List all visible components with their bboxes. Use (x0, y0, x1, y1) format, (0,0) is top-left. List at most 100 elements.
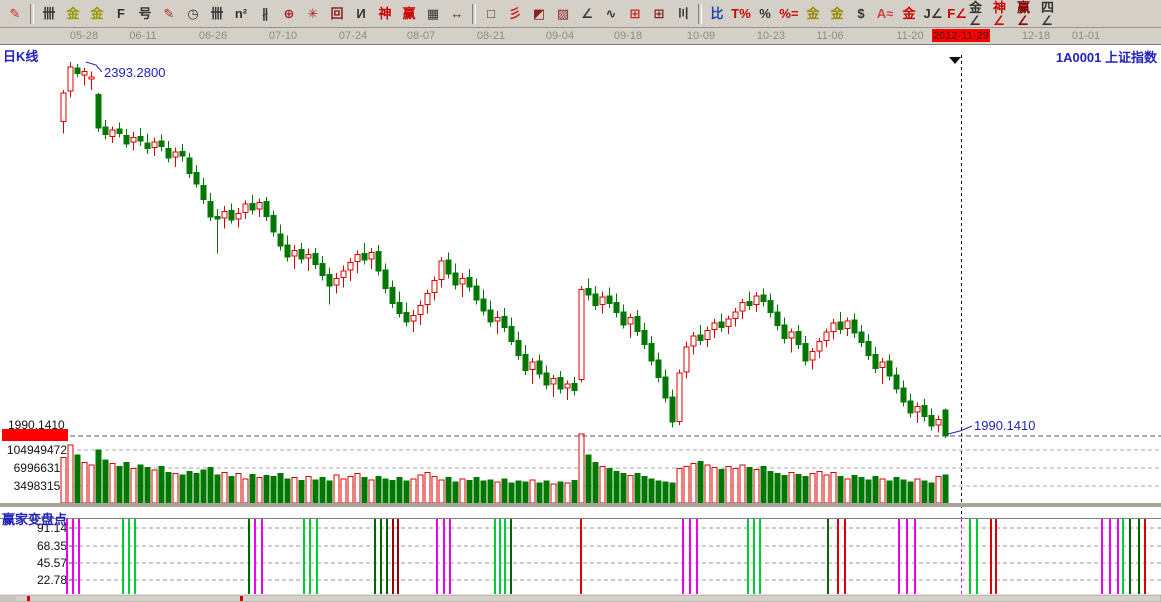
indicator-axis-label: 45.57 (37, 556, 67, 570)
volume-bar (852, 476, 857, 503)
gold-angle-icon[interactable]: 金∠ (969, 2, 993, 26)
shen-grid-icon[interactable]: 神 (373, 2, 397, 26)
width-arrows-icon[interactable]: ↔ (445, 2, 469, 26)
volume-bar (313, 480, 318, 503)
si-angle-icon[interactable]: 四∠ (1041, 2, 1065, 26)
candle-body (726, 319, 731, 326)
candle-body (383, 270, 388, 289)
scrollbar-left-button[interactable] (0, 595, 16, 602)
volume-bar (516, 481, 521, 503)
wave-mark-icon[interactable]: И (349, 2, 373, 26)
volume-bar (810, 474, 815, 503)
candle-body (628, 317, 633, 323)
pencil-rays-icon[interactable]: ∠ (575, 2, 599, 26)
volume-bar (936, 477, 941, 503)
compare-bars-icon[interactable]: 比 (705, 2, 729, 26)
parallel-lines-icon[interactable]: 〣 (671, 2, 695, 26)
percent-lines-icon[interactable]: %= (777, 2, 801, 26)
candle-body (677, 373, 682, 421)
money-tool-icon[interactable]: $ (849, 2, 873, 26)
volume-bar (684, 467, 689, 503)
volume-bar (768, 472, 773, 503)
f-angle-icon[interactable]: F∠ (945, 2, 969, 26)
candle-body (201, 186, 206, 200)
volume-bar (796, 475, 801, 503)
candle-body (327, 275, 332, 286)
j-angle-icon[interactable]: J∠ (921, 2, 945, 26)
red-pen-grid-icon[interactable]: ✎ (157, 2, 181, 26)
starburst-icon[interactable]: ✳ (301, 2, 325, 26)
web-grid-icon[interactable]: ⊞ (623, 2, 647, 26)
candle-body (446, 260, 451, 274)
volume-bar (607, 469, 612, 503)
candle-body (649, 343, 654, 361)
candle-body (334, 278, 339, 284)
ray-box-icon[interactable]: ▨ (551, 2, 575, 26)
volume-bar (803, 477, 808, 503)
horizontal-scrollbar[interactable] (0, 595, 1161, 602)
hash-grid-icon[interactable]: 卌 (205, 2, 229, 26)
percent-overline-icon[interactable]: T% (729, 2, 753, 26)
fan-box-icon[interactable]: ◩ (527, 2, 551, 26)
volume-bar (733, 469, 738, 503)
spiral-grid-icon[interactable]: 号 (133, 2, 157, 26)
kline-grid-icon[interactable]: 卌 (37, 2, 61, 26)
angle-line-icon[interactable]: ∦ (253, 2, 277, 26)
candle-body (75, 68, 80, 74)
n2-grid-icon[interactable]: n² (229, 2, 253, 26)
gold-coin-icon[interactable]: 金 (801, 2, 825, 26)
volume-bar (292, 478, 297, 503)
candle-body (754, 296, 759, 304)
axis-price-badge (2, 429, 68, 441)
ying-grid-icon[interactable]: 赢 (397, 2, 421, 26)
shen-angle-icon[interactable]: 神∠ (993, 2, 1017, 26)
candle-body (621, 312, 626, 325)
web-grid-arrow-icon[interactable]: ⊞ (647, 2, 671, 26)
f-grid-icon[interactable]: F (109, 2, 133, 26)
candle-body (264, 201, 269, 216)
wave-percent-icon[interactable]: A≈ (873, 2, 897, 26)
candle-body (551, 379, 556, 385)
percent-icon[interactable]: % (753, 2, 777, 26)
volume-bar (341, 479, 346, 503)
candle-body (124, 136, 129, 144)
indicator-title[interactable]: 赢家变盘点 (2, 509, 67, 528)
gann-box-icon[interactable]: □ (479, 2, 503, 26)
volume-bar (362, 478, 367, 503)
volume-bar (222, 473, 227, 503)
volume-bar (124, 463, 129, 503)
gold-coin-2-icon[interactable]: 金 (825, 2, 849, 26)
compass-target-icon[interactable]: ⊕ (277, 2, 301, 26)
candle-body (782, 325, 787, 339)
clock-grid-icon[interactable]: ◷ (181, 2, 205, 26)
zigzag-icon[interactable]: ∿ (599, 2, 623, 26)
volume-bar (838, 477, 843, 503)
spiral-square-icon[interactable]: 回 (325, 2, 349, 26)
volume-bar (75, 455, 80, 503)
gold-grid-icon[interactable]: 金 (61, 2, 85, 26)
candle-body (348, 263, 353, 270)
peak-price-annotation: 2393.2800 (104, 65, 165, 80)
candle-body (740, 303, 745, 311)
volume-bar (824, 475, 829, 503)
gold-lines-icon[interactable]: 金 (897, 2, 921, 26)
ying-angle-icon[interactable]: 赢∠ (1017, 2, 1041, 26)
gold-grid-2-icon[interactable]: 金 (85, 2, 109, 26)
ruler-123-icon[interactable]: ▦ (421, 2, 445, 26)
fan-lines-icon[interactable]: 彡 (503, 2, 527, 26)
candle-body (796, 331, 801, 344)
symbol-label[interactable]: 1A0001 上证指数 (1056, 47, 1157, 66)
candle-body (614, 303, 619, 313)
current-date-badge: 2012-11-29 (932, 29, 990, 42)
toolbar-separator (698, 4, 702, 24)
candle-body (810, 352, 815, 360)
draw-pen-icon[interactable]: ✎ (3, 2, 27, 26)
candle-body (208, 201, 213, 217)
volume-bar (488, 480, 493, 503)
volume-bar (698, 462, 703, 503)
volume-bar (642, 477, 647, 503)
volume-bar (152, 470, 157, 503)
period-label[interactable]: 日K线 (3, 46, 38, 65)
volume-bar (131, 469, 136, 503)
candle-body (880, 362, 885, 368)
